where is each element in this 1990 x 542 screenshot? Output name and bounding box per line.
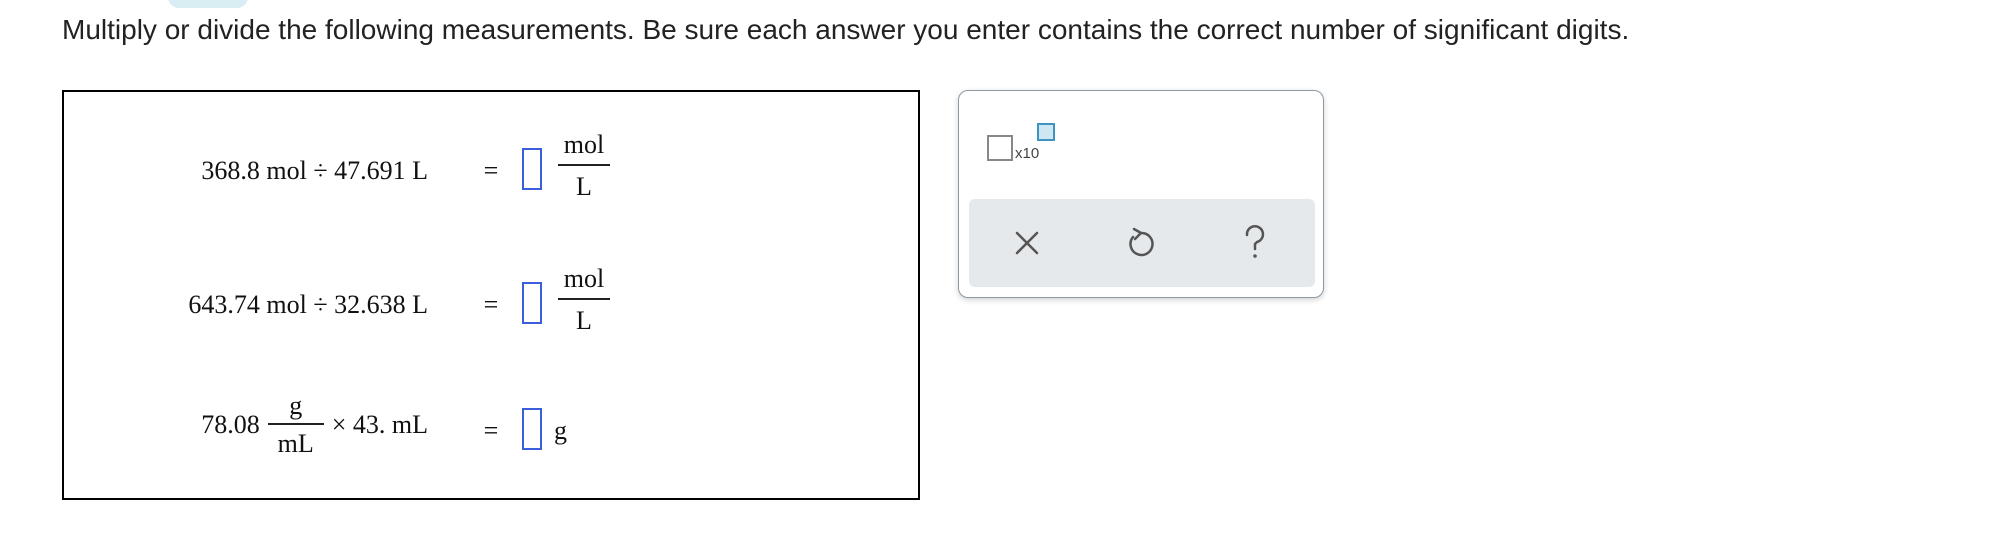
problem-3-lead-unit-numerator: g bbox=[289, 391, 303, 420]
problem-3-tail: × 43. mL bbox=[331, 410, 428, 439]
help-button[interactable] bbox=[1233, 221, 1277, 265]
problem-2-expression: 643.74 mol ÷ 32.638 L bbox=[188, 290, 428, 319]
undo-button[interactable] bbox=[1119, 221, 1163, 265]
help-icon bbox=[1245, 225, 1265, 258]
problem-1-answer-input[interactable] bbox=[522, 148, 542, 190]
clear-button[interactable] bbox=[1005, 221, 1049, 265]
problem-3-lead-unit-bar bbox=[267, 423, 324, 425]
action-toolbar bbox=[969, 199, 1315, 287]
scientific-notation-button[interactable]: x10 bbox=[987, 123, 1059, 167]
problem-2-unit-denominator: L bbox=[576, 306, 592, 335]
problem-1-expression: 368.8 mol ÷ 47.691 L bbox=[201, 156, 428, 185]
close-icon bbox=[1015, 231, 1039, 255]
problem-3-answer-input[interactable] bbox=[522, 408, 542, 450]
x10-label: x10 bbox=[1015, 145, 1040, 162]
problem-1-unit-denominator: L bbox=[576, 172, 592, 201]
problem-3-lead-unit-denominator: mL bbox=[277, 429, 314, 458]
problem-2-unit-bar bbox=[558, 298, 610, 300]
problem-1-unit-bar bbox=[558, 164, 610, 166]
problem-2-unit: mol L bbox=[558, 264, 610, 336]
problem-1-equals: = bbox=[483, 156, 499, 185]
undo-icon bbox=[1129, 227, 1154, 257]
scientific-notation-exponent-box bbox=[1037, 123, 1055, 141]
problem-3-lead-unit: g mL bbox=[267, 391, 324, 458]
math-tool-panel: x10 bbox=[958, 90, 1324, 298]
problem-box: 368.8 mol ÷ 47.691 L = mol L 643.74 mol … bbox=[62, 90, 920, 500]
problem-3-unit: g bbox=[554, 416, 567, 445]
problem-2-equals: = bbox=[483, 290, 499, 319]
problem-3-equals: = bbox=[483, 416, 499, 445]
problem-2-answer-input[interactable] bbox=[522, 282, 542, 324]
problem-1-unit-numerator: mol bbox=[563, 130, 605, 159]
instructions-text: Multiply or divide the following measure… bbox=[62, 14, 1630, 45]
problem-3-lead-value: 78.08 bbox=[201, 410, 260, 439]
problem-2-unit-numerator: mol bbox=[563, 264, 605, 293]
problem-3-expression: 78.08 g mL × 43. mL bbox=[201, 392, 428, 458]
top-tab-indicator bbox=[168, 0, 248, 8]
scientific-notation-base-box bbox=[987, 135, 1013, 161]
problem-1-unit: mol L bbox=[558, 130, 610, 202]
